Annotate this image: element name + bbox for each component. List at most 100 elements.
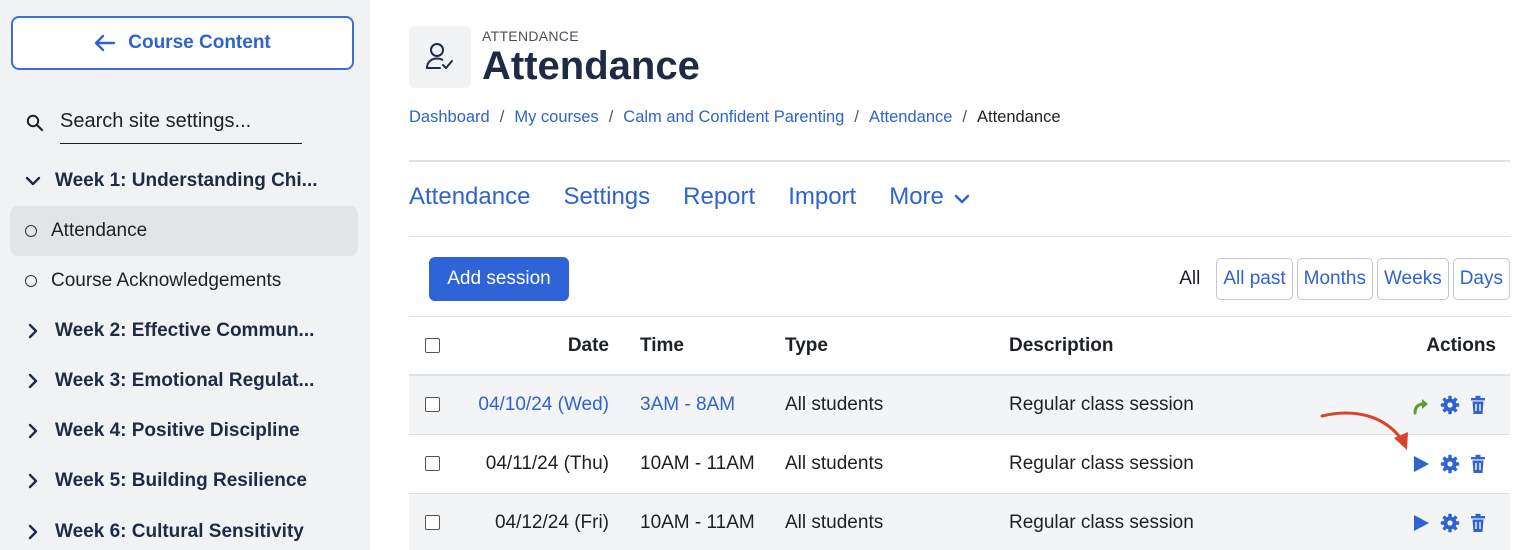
breadcrumb-my-courses[interactable]: My courses [514, 108, 598, 127]
tab-more-label: More [889, 183, 944, 210]
chevron-right-icon[interactable] [10, 524, 55, 540]
row-checkbox[interactable] [425, 514, 440, 530]
sidebar-item-course-acknowledgements[interactable]: Course Acknowledgements [10, 256, 358, 306]
page-title: Attendance [482, 44, 700, 88]
sidebar-section-week-3[interactable]: Week 3: Emotional Regulat... [10, 356, 358, 406]
select-all-checkbox[interactable] [425, 337, 440, 353]
divider [409, 160, 1510, 162]
filter-all[interactable]: All [1179, 268, 1200, 290]
tab-report[interactable]: Report [683, 183, 755, 211]
change-attendance-icon[interactable] [1412, 395, 1430, 415]
sidebar-section-week-6[interactable]: Week 6: Cultural Sensitivity [10, 507, 358, 550]
trash-icon[interactable] [1470, 395, 1486, 415]
breadcrumb: Dashboard / My courses / Calm and Confid… [409, 108, 1061, 127]
filter-all-past[interactable]: All past [1216, 258, 1293, 300]
chevron-right-icon[interactable] [10, 373, 55, 389]
table-header-row: Date Time Type Description Actions [409, 317, 1510, 376]
row-checkbox[interactable] [425, 455, 440, 471]
session-time: 10AM - 11AM [639, 493, 785, 550]
session-time: 10AM - 11AM [639, 434, 785, 494]
column-header-date[interactable]: Date [461, 317, 639, 376]
breadcrumb-current: Attendance [977, 108, 1061, 126]
gear-icon[interactable] [1440, 513, 1460, 533]
session-time-cell: 3AM - 8AM [639, 375, 785, 435]
filter-months[interactable]: Months [1296, 258, 1373, 300]
trash-icon[interactable] [1470, 513, 1486, 533]
column-header-description: Description [1009, 317, 1399, 376]
chevron-down-icon[interactable] [10, 175, 55, 187]
column-header-type: Type [785, 317, 1009, 376]
chevron-right-icon[interactable] [10, 323, 55, 339]
course-index-sidebar: Course Content Week 1: Understanding Chi… [0, 0, 370, 550]
filter-weeks[interactable]: Weeks [1376, 258, 1449, 300]
search-input[interactable] [60, 102, 302, 144]
session-type: All students [785, 493, 1009, 550]
sidebar-item-label: Attendance [51, 220, 148, 241]
sidebar-section-label: Week 6: Cultural Sensitivity [55, 521, 304, 542]
sidebar-section-week-1[interactable]: Week 1: Understanding Chi... [10, 156, 358, 206]
session-description: Regular class session [1009, 434, 1399, 494]
activity-circle-icon [25, 225, 37, 237]
chevron-down-icon [954, 193, 970, 205]
chevron-right-icon[interactable] [10, 473, 55, 489]
sidebar-section-label: Week 1: Understanding Chi... [55, 170, 318, 191]
course-content-back-button[interactable]: Course Content [11, 16, 354, 70]
add-session-button[interactable]: Add session [429, 257, 569, 301]
sidebar-item-attendance[interactable]: Attendance [10, 206, 358, 256]
row-checkbox[interactable] [425, 397, 440, 413]
take-attendance-icon[interactable] [1412, 514, 1430, 532]
secondary-navigation: Attendance Settings Report Import More [409, 183, 1003, 211]
table-row: 04/12/24 (Fri) 10AM - 11AM All students … [409, 493, 1510, 550]
sidebar-section-week-2[interactable]: Week 2: Effective Commun... [10, 306, 358, 356]
column-header-time: Time [639, 317, 785, 376]
session-description: Regular class session [1009, 493, 1399, 550]
tab-more[interactable]: More [889, 183, 970, 211]
gear-icon[interactable] [1440, 454, 1460, 474]
sidebar-section-label: Week 4: Positive Discipline [55, 420, 300, 441]
filter-days[interactable]: Days [1452, 258, 1510, 300]
divider [409, 236, 1510, 237]
session-actions [1399, 434, 1510, 494]
breadcrumb-separator: / [499, 108, 505, 126]
tab-settings[interactable]: Settings [563, 183, 650, 211]
breadcrumb-separator: / [962, 108, 968, 126]
session-date: 04/12/24 (Fri) [461, 493, 639, 550]
row-select-cell [409, 434, 461, 494]
breadcrumb-separator: / [608, 108, 614, 126]
breadcrumb-attendance-activity[interactable]: Attendance [869, 108, 952, 127]
trash-icon[interactable] [1470, 454, 1486, 474]
session-time-link[interactable]: 3AM - 8AM [640, 394, 735, 415]
activity-circle-icon [25, 275, 37, 287]
select-all-cell [409, 317, 461, 376]
take-attendance-icon[interactable] [1412, 455, 1430, 473]
session-actions [1399, 493, 1510, 550]
search-icon [26, 114, 48, 132]
course-content-label: Course Content [128, 32, 271, 53]
sidebar-section-label: Week 3: Emotional Regulat... [55, 370, 315, 391]
chevron-right-icon[interactable] [10, 423, 55, 439]
arrow-left-icon [94, 34, 116, 52]
user-check-icon [409, 26, 471, 88]
sidebar-item-label: Course Acknowledgements [51, 270, 282, 291]
session-actions [1399, 375, 1510, 435]
sidebar-section-label: Week 5: Building Resilience [55, 470, 308, 491]
row-select-cell [409, 375, 461, 435]
sidebar-section-week-4[interactable]: Week 4: Positive Discipline [10, 406, 358, 456]
main-content: ATTENDANCE Attendance Dashboard / My cou… [409, 0, 1510, 550]
sidebar-section-week-5[interactable]: Week 5: Building Resilience [10, 456, 358, 506]
breadcrumb-separator: / [854, 108, 859, 126]
page-kicker: ATTENDANCE [482, 28, 579, 44]
session-date: 04/11/24 (Thu) [461, 434, 639, 494]
breadcrumb-dashboard[interactable]: Dashboard [409, 108, 490, 127]
tab-attendance[interactable]: Attendance [409, 183, 530, 211]
tab-import[interactable]: Import [788, 183, 856, 211]
session-filter-group: All All past Months Weeks Days [1179, 258, 1510, 300]
gear-icon[interactable] [1440, 395, 1460, 415]
session-type: All students [785, 375, 1009, 435]
table-row: 04/11/24 (Thu) 10AM - 11AM All students … [409, 434, 1510, 494]
sessions-table: Date Time Type Description Actions 04/10… [409, 317, 1510, 550]
session-date-link[interactable]: 04/10/24 (Wed) [478, 394, 609, 415]
session-date-cell: 04/10/24 (Wed) [461, 375, 639, 435]
breadcrumb-course[interactable]: Calm and Confident Parenting [623, 108, 844, 127]
column-header-actions: Actions [1399, 317, 1510, 376]
